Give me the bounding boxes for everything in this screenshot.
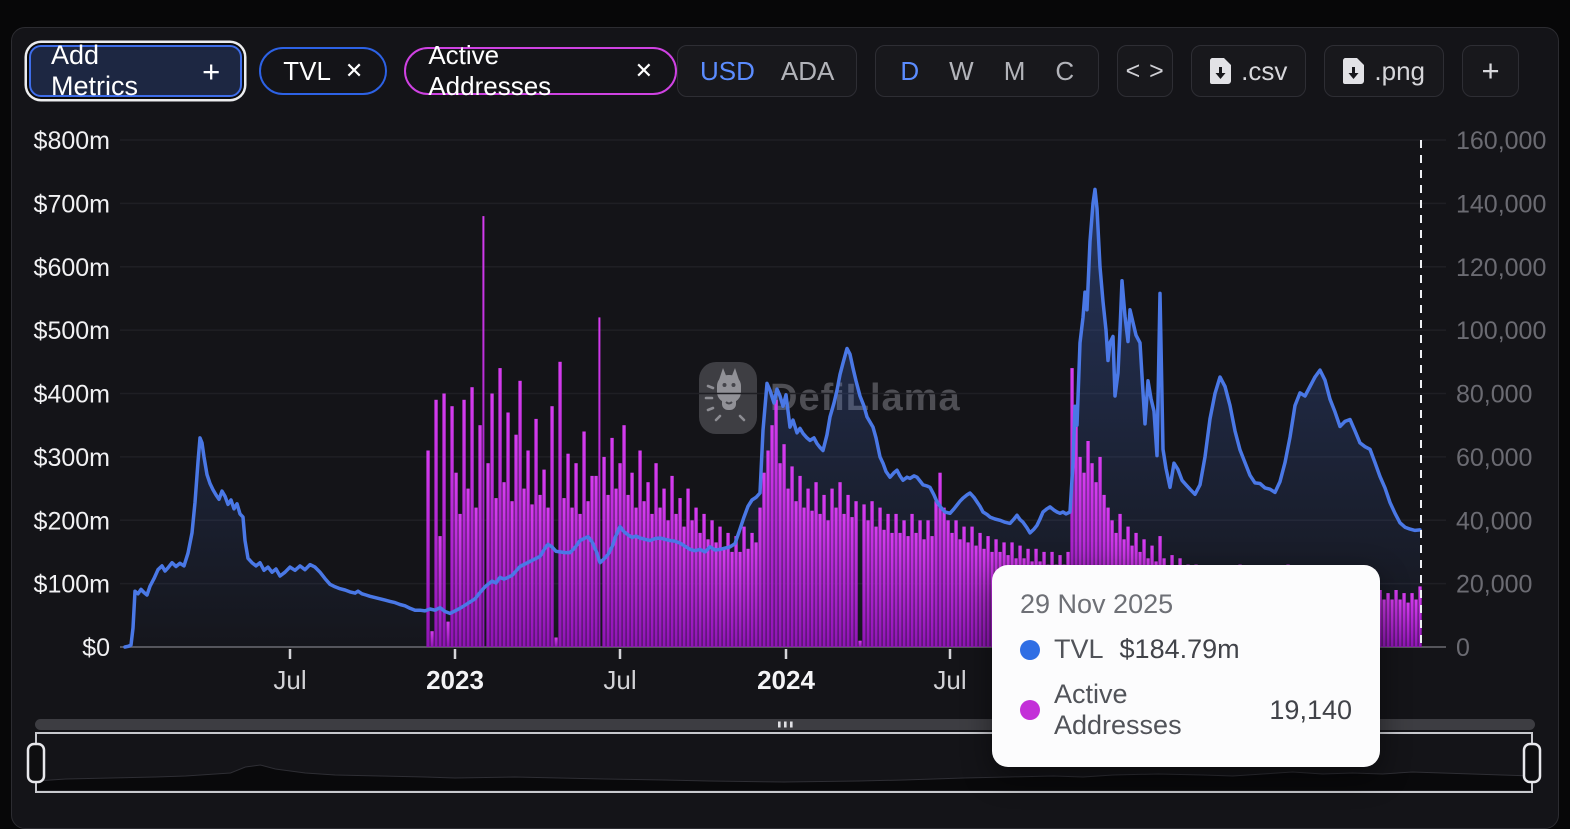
metric-pill-tvl-label: TVL (283, 56, 331, 87)
download-png-label: .png (1374, 56, 1425, 87)
tooltip-row-tvl: TVL $184.79m (1020, 634, 1352, 665)
tooltip-active-addresses-value: 19,140 (1269, 695, 1352, 726)
currency-option-ada[interactable]: ADA (781, 56, 834, 87)
interval-option-weekly[interactable]: W (949, 56, 974, 87)
metrics-group: Add Metrics + TVL ✕ Active Addresses ✕ (24, 45, 677, 97)
tooltip-row-active-addresses: Active Addresses 19,140 (1020, 679, 1352, 741)
metric-pill-tvl[interactable]: TVL ✕ (259, 47, 387, 95)
tvl-series-dot (1020, 640, 1040, 660)
close-icon[interactable]: ✕ (635, 58, 653, 84)
currency-option-usd[interactable]: USD (700, 56, 755, 87)
tooltip-date: 29 Nov 2025 (1020, 589, 1352, 620)
download-csv-button[interactable]: .csv (1191, 45, 1306, 97)
chart-controls-group: USD ADA D W M C < > .csv .png + (677, 45, 1519, 97)
tooltip-tvl-value: $184.79m (1120, 634, 1240, 665)
currency-toggle: USD ADA (677, 45, 857, 97)
add-metrics-button[interactable]: Add Metrics + (29, 45, 242, 97)
tooltip-tvl-name: TVL (1054, 634, 1104, 665)
chart-toolbar: Add Metrics + TVL ✕ Active Addresses ✕ U… (11, 27, 1557, 101)
chart-tooltip: 29 Nov 2025 TVL $184.79m Active Addresse… (992, 565, 1380, 767)
download-csv-label: .csv (1241, 56, 1287, 87)
plus-icon: + (202, 56, 220, 87)
close-icon[interactable]: ✕ (345, 58, 363, 84)
tooltip-active-addresses-name: Active Addresses (1054, 679, 1253, 741)
file-download-icon (1343, 58, 1364, 84)
metric-pill-active-addresses-label: Active Addresses (428, 40, 620, 102)
add-metrics-label: Add Metrics (51, 40, 188, 102)
interval-option-cumulative[interactable]: C (1055, 56, 1074, 87)
add-chart-button[interactable]: + (1462, 45, 1519, 97)
plus-icon: + (1481, 53, 1499, 89)
file-download-icon (1210, 58, 1231, 84)
interval-option-daily[interactable]: D (900, 56, 919, 87)
interval-toggle: D W M C (875, 45, 1099, 97)
active-addresses-series-dot (1020, 700, 1040, 720)
code-brackets-icon: < > (1126, 57, 1165, 86)
embed-button[interactable]: < > (1117, 45, 1173, 97)
download-png-button[interactable]: .png (1324, 45, 1444, 97)
metric-pill-active-addresses[interactable]: Active Addresses ✕ (404, 47, 677, 95)
interval-option-monthly[interactable]: M (1004, 56, 1026, 87)
